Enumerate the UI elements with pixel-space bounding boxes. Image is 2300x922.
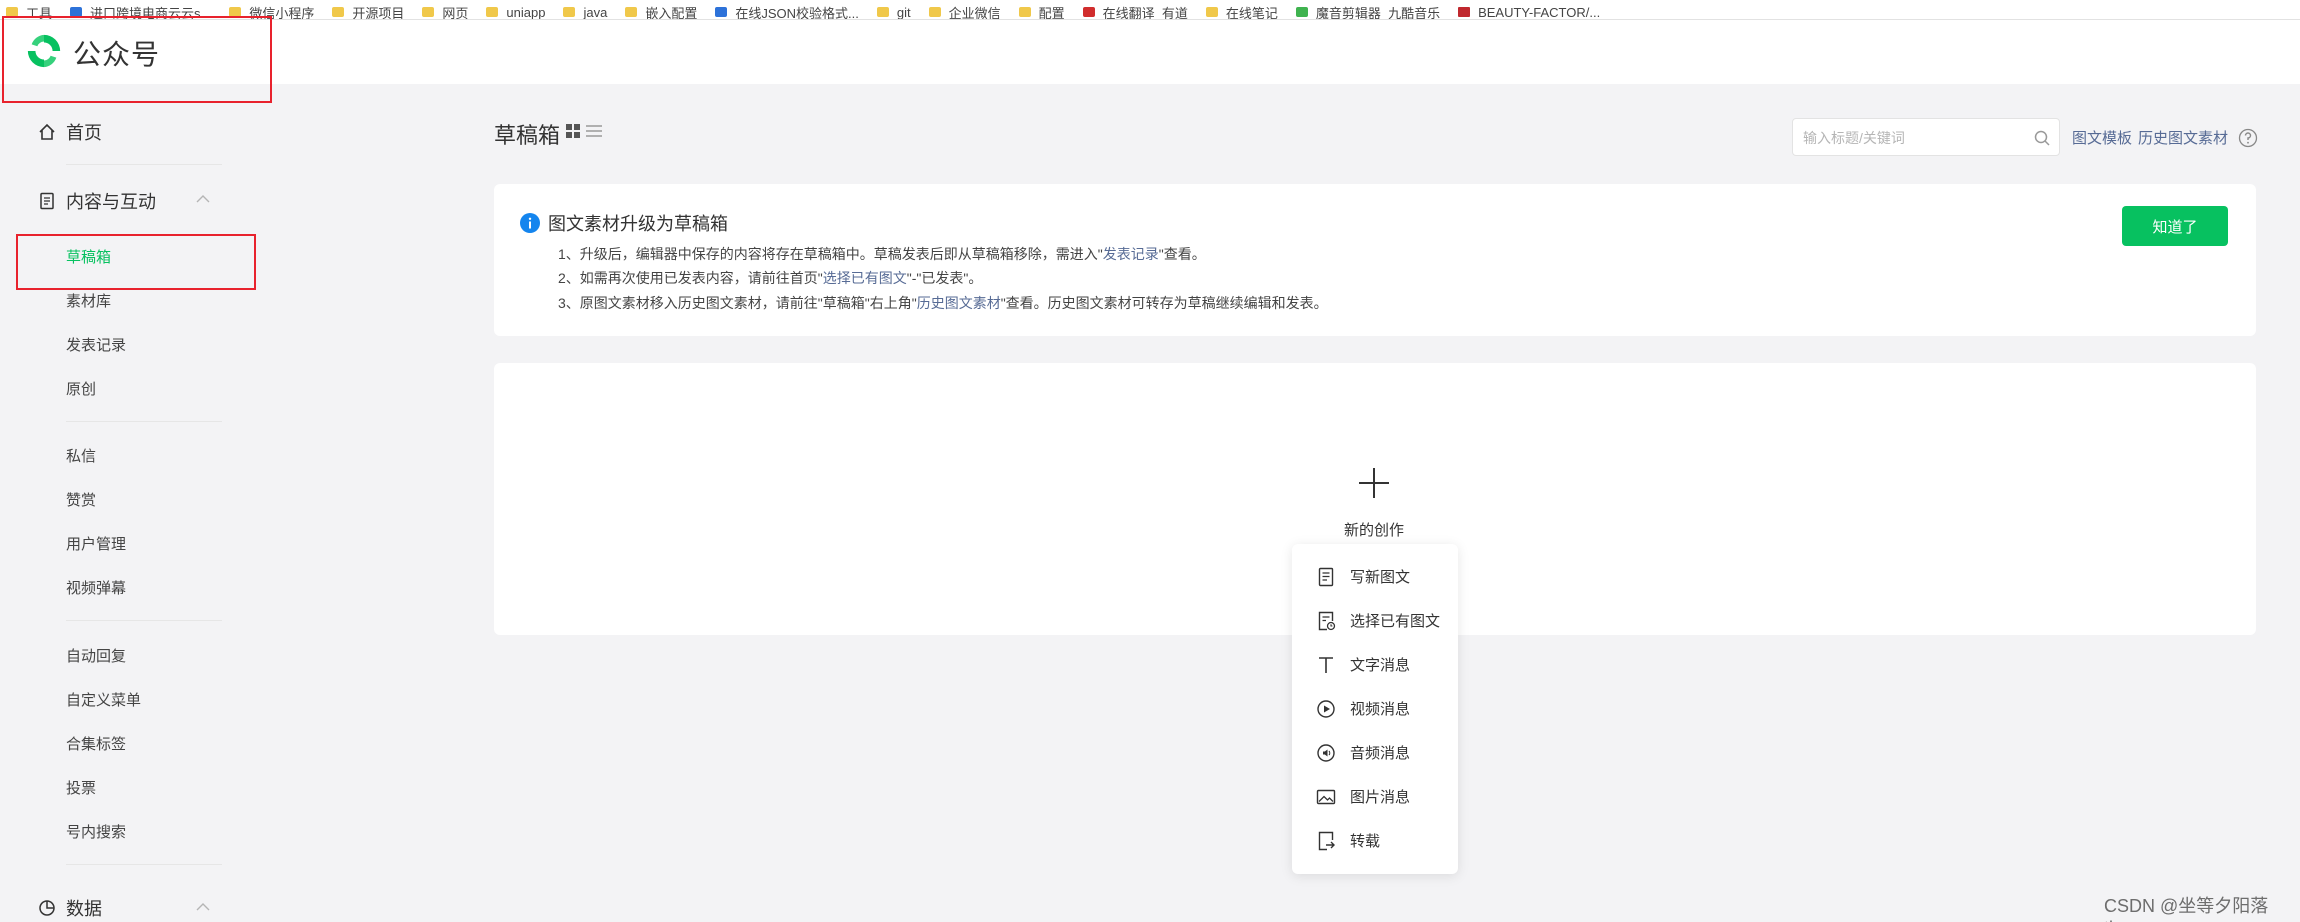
sidebar-divider — [66, 620, 222, 621]
sidebar-item-collection-tags[interactable]: 合集标签 — [66, 733, 126, 754]
bookmark-item[interactable]: 在线翻译_有道 — [1082, 5, 1188, 19]
folder-icon — [1205, 7, 1218, 17]
csdn-watermark: CSDN @坐等夕阳落time — [2104, 896, 2269, 922]
folder-icon — [625, 7, 638, 17]
page-title: 草稿箱 — [494, 123, 561, 148]
search-input[interactable] — [1803, 127, 2013, 149]
bookmark-item[interactable]: 开源项目 — [332, 5, 404, 19]
sidebar-item-in-account-search[interactable]: 号内搜索 — [66, 821, 126, 842]
grid-view-icon[interactable] — [566, 124, 580, 138]
document-icon — [1318, 567, 1334, 586]
document-icon — [40, 192, 54, 210]
info-icon — [520, 213, 540, 233]
bookmark-item[interactable]: 配置 — [1018, 5, 1065, 19]
audio-icon — [1317, 743, 1335, 762]
repost-icon — [1318, 831, 1335, 850]
top-links: 图文模板 历史图文素材 — [2072, 127, 2258, 148]
sidebar-item-video-danmaku[interactable]: 视频弹幕 — [66, 577, 126, 598]
bookmark-item[interactable]: BEAUTY-FACTOR/... — [1458, 5, 1600, 19]
home-icon — [39, 123, 55, 140]
sidebar-item-auto-reply[interactable]: 自动回复 — [66, 645, 126, 666]
text-icon — [1319, 656, 1333, 673]
menu-item-new-article[interactable]: 写新图文 — [1316, 566, 1410, 587]
help-icon[interactable] — [2238, 128, 2258, 148]
notice-line-1: 1、升级后，编辑器中保存的内容将存在草稿箱中。草稿发表后即从草稿箱移除，需进入"… — [558, 246, 1206, 262]
pie-chart-icon — [39, 900, 55, 916]
folder-icon — [563, 7, 576, 17]
menu-item-select-existing[interactable]: 选择已有图文 — [1316, 610, 1440, 631]
bookmark-item[interactable]: 在线JSON校验格式... — [715, 5, 859, 19]
search-icon[interactable] — [2033, 129, 2051, 147]
logo-highlight-box — [2, 16, 272, 103]
folder-icon — [928, 7, 941, 17]
new-creation-label[interactable]: 新的创作 — [1344, 519, 1404, 540]
sidebar-item-user-management[interactable]: 用户管理 — [66, 533, 126, 554]
menu-item-video-message[interactable]: 视频消息 — [1316, 698, 1410, 719]
notice-line-3: 3、原图文素材移入历史图文素材，请前往"草稿箱"右上角"历史图文素材"查看。历史… — [558, 295, 1328, 311]
chevron-up-icon[interactable] — [196, 902, 210, 912]
bookmark-bar: 工具 进口跨境电商云云s... 微信小程序 开源项目 网页 uniapp jav… — [0, 0, 2300, 20]
sidebar-item-drafts[interactable]: 草稿箱 — [66, 246, 111, 267]
menu-item-repost[interactable]: 转载 — [1316, 830, 1380, 851]
folder-icon — [486, 7, 499, 17]
youdao-icon — [1082, 7, 1095, 17]
sidebar-item-messages[interactable]: 私信 — [66, 445, 96, 466]
select-existing-link[interactable]: 选择已有图文 — [823, 270, 907, 286]
document-clock-icon — [1318, 611, 1336, 630]
bookmark-item[interactable]: 网页 — [422, 5, 468, 19]
folder-icon — [876, 7, 889, 17]
top-header — [0, 20, 2300, 84]
site-icon — [715, 7, 728, 17]
sidebar-group-data[interactable]: 数据 — [38, 895, 102, 921]
bookmark-item[interactable]: 企业微信 — [928, 5, 1001, 19]
music-icon — [1295, 7, 1308, 17]
template-link[interactable]: 图文模板 — [2072, 127, 2132, 148]
bookmark-item[interactable]: java — [563, 5, 607, 19]
view-switcher — [566, 124, 602, 138]
history-materials-link[interactable]: 历史图文素材 — [2138, 127, 2228, 148]
sidebar-item-home[interactable]: 首页 — [38, 119, 102, 145]
menu-item-image-message[interactable]: 图片消息 — [1316, 786, 1410, 807]
folder-icon — [422, 7, 435, 17]
bookmark-item[interactable]: 嵌入配置 — [625, 5, 697, 19]
image-icon — [1316, 789, 1336, 804]
list-view-icon[interactable] — [586, 124, 602, 138]
sidebar-divider — [66, 421, 222, 422]
plus-icon[interactable] — [1358, 467, 1390, 499]
active-item-highlight-box — [16, 234, 256, 290]
bookmark-item[interactable]: 魔音剪辑器_九酷音乐 — [1295, 5, 1440, 19]
folder-icon — [332, 7, 345, 17]
sidebar-item-original[interactable]: 原创 — [66, 378, 96, 399]
chevron-up-icon[interactable] — [196, 194, 210, 204]
got-it-button[interactable]: 知道了 — [2122, 206, 2228, 246]
play-circle-icon — [1317, 699, 1335, 718]
bookmark-item[interactable]: 在线笔记 — [1205, 5, 1278, 19]
sidebar-divider — [66, 164, 222, 165]
sidebar-item-materials[interactable]: 素材库 — [66, 290, 111, 311]
bookmark-item[interactable]: uniapp — [486, 5, 545, 19]
search-box — [1792, 118, 2060, 156]
create-menu: 写新图文 选择已有图文 文字消息 视频消息 音频消息 图片消息 转载 — [1292, 544, 1458, 874]
sidebar-item-publish-records[interactable]: 发表记录 — [66, 334, 126, 355]
sidebar-item-vote[interactable]: 投票 — [66, 777, 96, 798]
sidebar-item-custom-menu[interactable]: 自定义菜单 — [66, 689, 141, 710]
notice-line-2: 2、如需再次使用已发表内容，请前往首页"选择已有图文"-"已发表"。 — [558, 270, 983, 286]
sidebar-divider — [66, 864, 222, 865]
upgrade-notice-card: 图文素材升级为草稿箱 1、升级后，编辑器中保存的内容将存在草稿箱中。草稿发表后即… — [494, 184, 2256, 336]
sidebar-group-content[interactable]: 内容与互动 — [38, 188, 156, 214]
menu-item-audio-message[interactable]: 音频消息 — [1316, 742, 1410, 763]
sidebar-item-rewards[interactable]: 赞赏 — [66, 489, 96, 510]
history-materials-link[interactable]: 历史图文素材 — [917, 295, 1001, 311]
folder-icon — [1018, 7, 1031, 17]
menu-item-text-message[interactable]: 文字消息 — [1316, 654, 1410, 675]
notice-title: 图文素材升级为草稿箱 — [520, 210, 728, 236]
publish-records-link[interactable]: 发表记录 — [1103, 246, 1159, 262]
site-icon — [1458, 7, 1471, 17]
bookmark-item[interactable]: git — [876, 5, 911, 19]
